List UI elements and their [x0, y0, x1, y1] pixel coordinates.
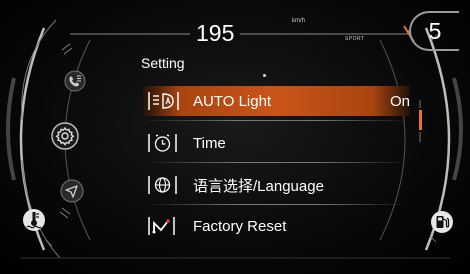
menu-item-auto-light[interactable]: AUTO Light On: [143, 86, 410, 116]
page-dot-indicator: [263, 74, 266, 77]
menu-item-label: AUTO Light: [193, 92, 272, 110]
menu-item-language[interactable]: 语言选择/Language: [143, 170, 410, 200]
globe-icon: [147, 173, 181, 197]
auto-light-icon: [147, 89, 181, 113]
settings-gear-icon[interactable]: [51, 122, 79, 155]
menu-item-label: Time: [193, 134, 226, 152]
instrument-cluster-screen: 195 km/h SPORT 5 Setting AUTO Light On T…: [0, 0, 470, 274]
coolant-temperature-icon: [22, 208, 46, 237]
phone-menu-icon[interactable]: [64, 70, 86, 97]
divider: [143, 120, 410, 121]
divider: [143, 204, 410, 205]
fuel-pump-icon: [430, 210, 454, 239]
drive-mode-label: SPORT: [345, 36, 365, 42]
speed-unit-label: km/h: [292, 18, 306, 24]
menu-item-label: Factory Reset: [193, 217, 287, 235]
menu-item-label: 语言选择/Language: [193, 177, 324, 195]
clock-icon: [147, 131, 181, 155]
navigation-arrow-icon[interactable]: [60, 179, 84, 208]
menu-item-value: On: [389, 92, 410, 110]
divider: [143, 162, 410, 163]
menu-item-time[interactable]: Time: [143, 128, 410, 158]
gear-indicator: 5: [409, 11, 459, 51]
factory-reset-icon: [147, 214, 181, 238]
speed-readout: 195: [196, 20, 235, 46]
menu-title: Setting: [141, 55, 185, 71]
menu-item-factory-reset[interactable]: Factory Reset: [143, 211, 410, 241]
